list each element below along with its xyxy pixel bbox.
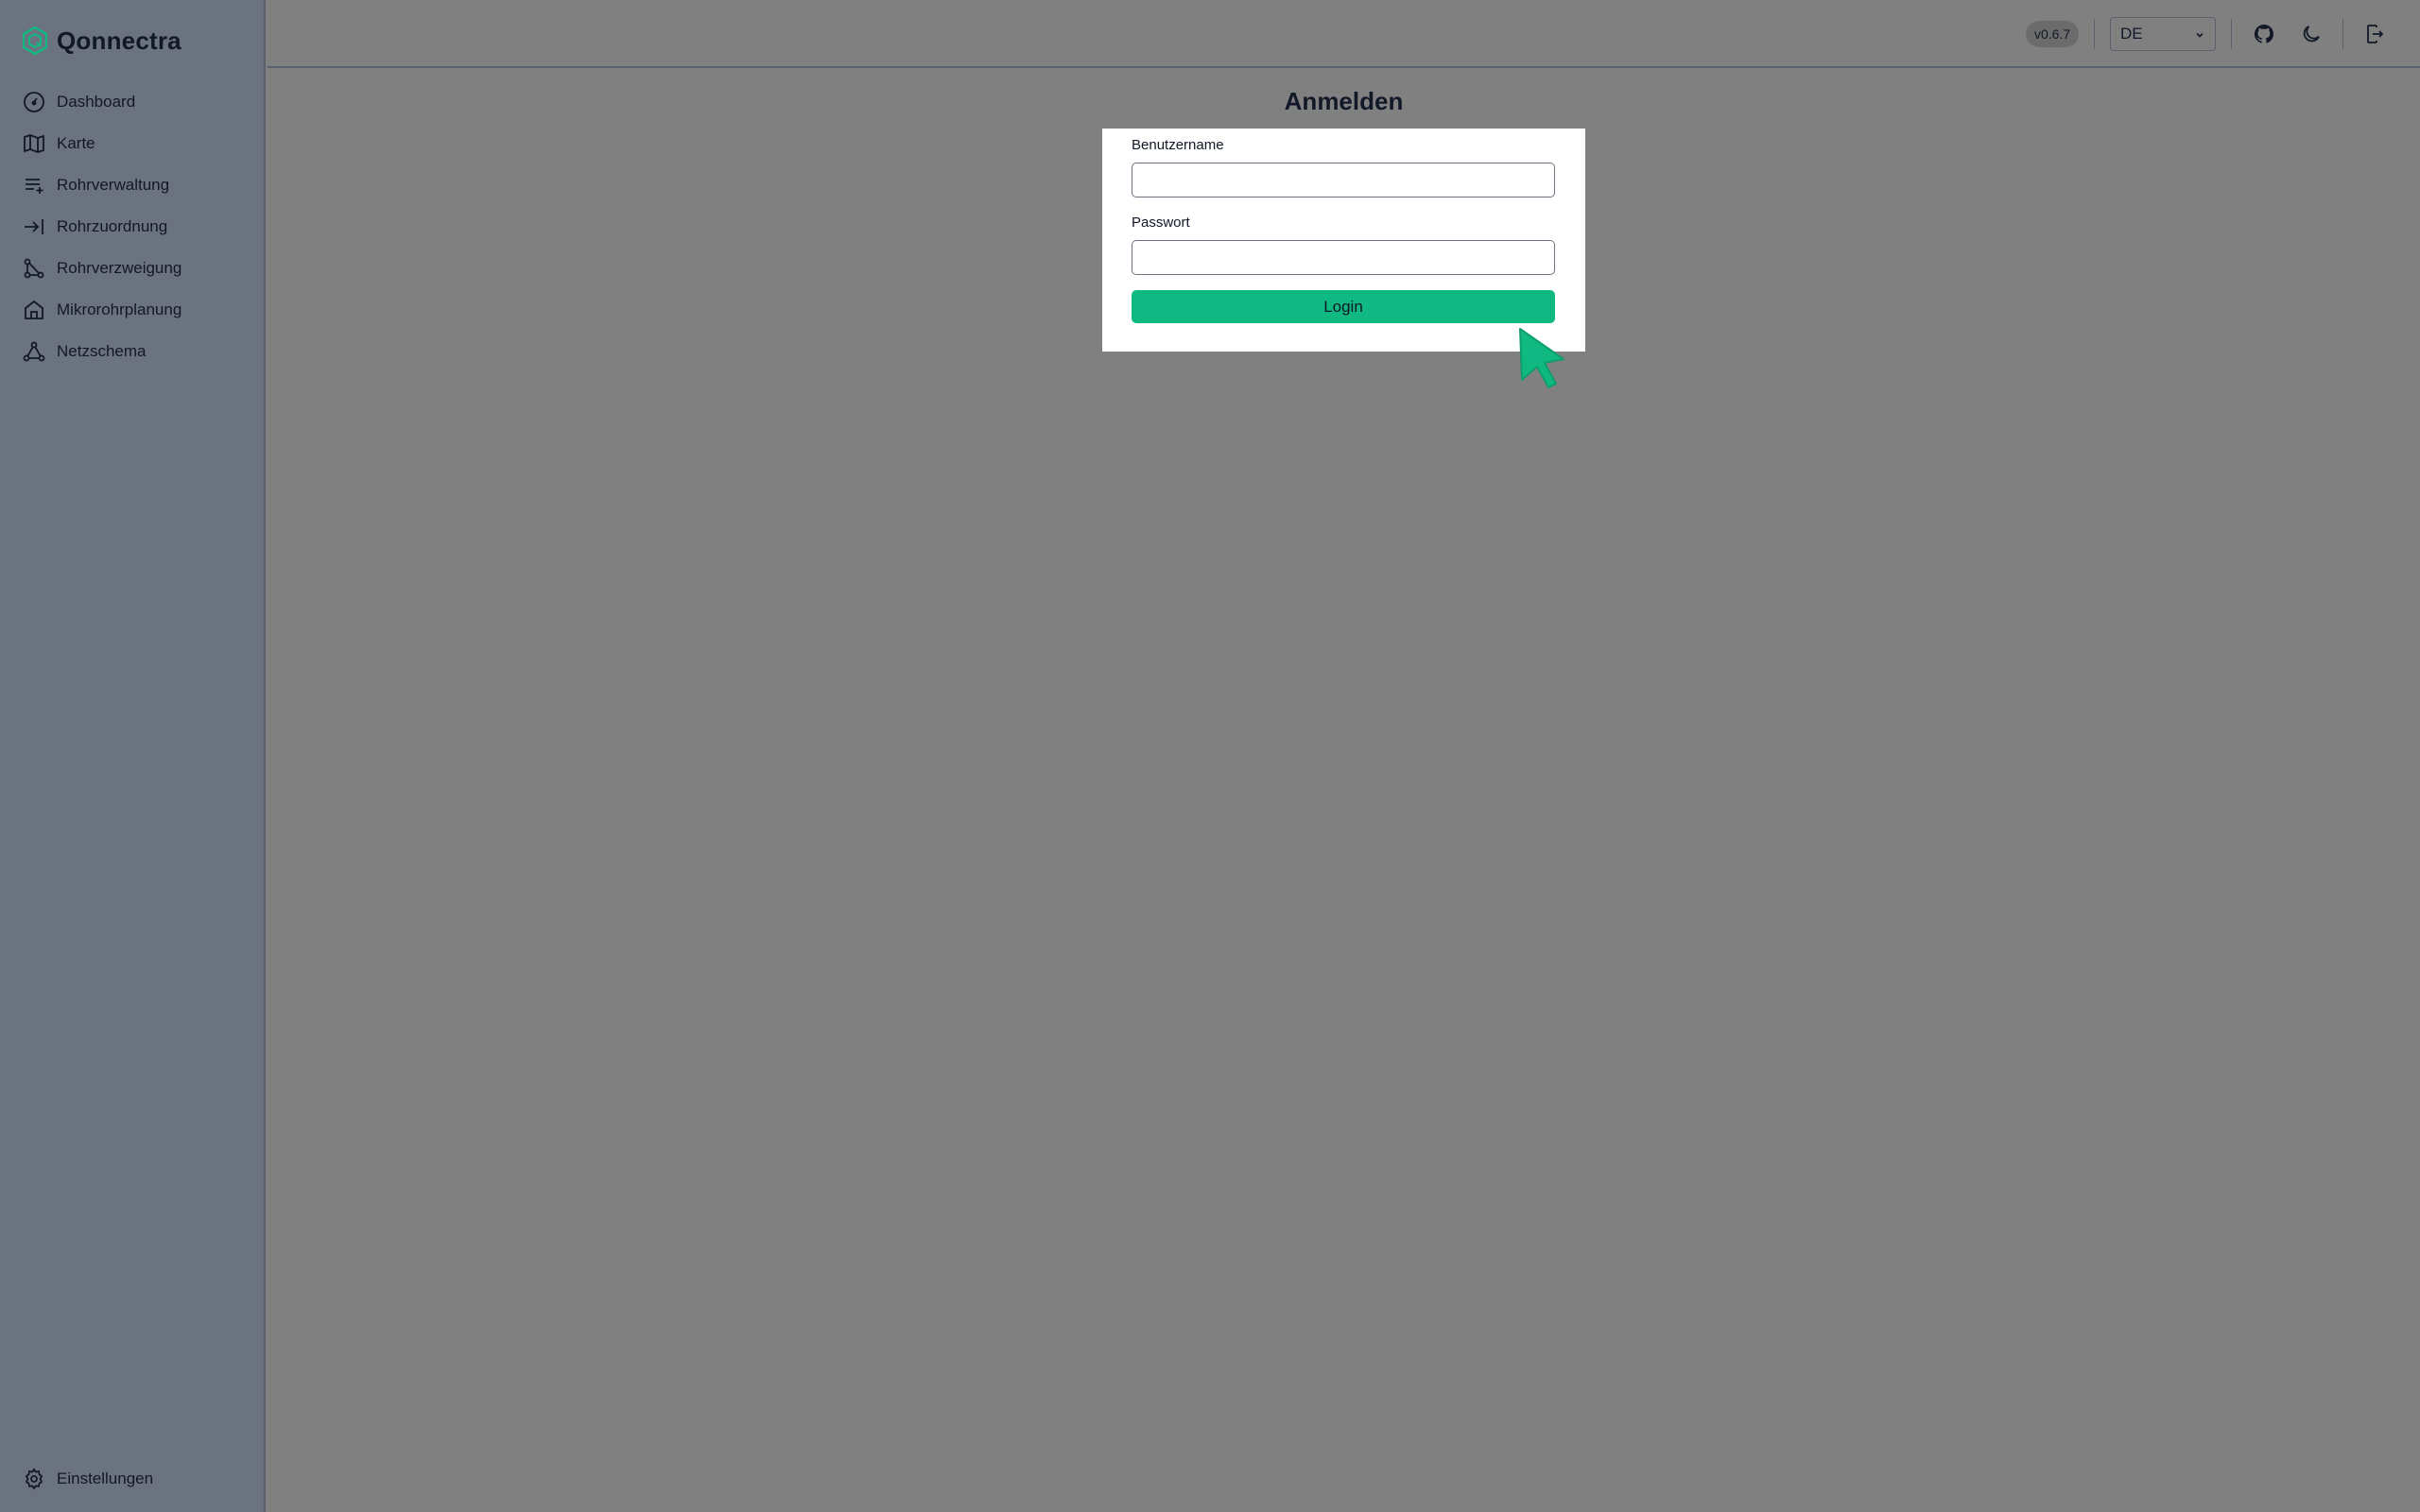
sidebar-item-label: Mikrorohrplanung (57, 301, 182, 318)
sidebar-item-rohrverzweigung[interactable]: Rohrverzweigung (23, 248, 250, 289)
branch-icon (24, 258, 44, 279)
password-input[interactable] (1132, 240, 1555, 275)
mouse-cursor-icon (1519, 328, 1564, 388)
page-title: Anmelden (1284, 87, 1404, 115)
sidebar-item-dashboard[interactable]: Dashboard (23, 81, 250, 123)
sidebar-item-label: Netzschema (57, 342, 147, 360)
header-divider (2342, 19, 2343, 49)
username-input[interactable] (1132, 163, 1555, 198)
sidebar: Qonnectra Dashboard Karte Rohrverwaltung… (0, 0, 266, 1512)
brand-name: Qonnectra (57, 26, 182, 55)
login-form: Benutzername Passwort Login (1102, 129, 1585, 352)
house-icon (25, 300, 43, 319)
top-header (268, 0, 2420, 68)
sidebar-item-rohrzuordnung[interactable]: Rohrzuordnung (23, 206, 250, 248)
sidebar-item-label: Rohrzuordnung (57, 217, 168, 235)
network-triangle-icon (23, 341, 45, 362)
list-plus-icon (26, 179, 43, 194)
language-select[interactable]: DE (2110, 17, 2216, 51)
sidebar-item-karte[interactable]: Karte (23, 123, 250, 164)
sidebar-nav: Dashboard Karte Rohrverwaltung Rohrzuord… (23, 81, 250, 372)
sidebar-item-mikrorohrplanung[interactable]: Mikrorohrplanung (23, 289, 250, 331)
sidebar-item-label: Karte (57, 134, 95, 152)
sidebar-item-einstellungen[interactable]: Einstellungen (23, 1458, 250, 1500)
header-divider (2231, 19, 2232, 49)
language-select-value: DE (2120, 25, 2143, 43)
dashboard-gauge-icon (24, 92, 44, 112)
moon-icon[interactable] (2300, 23, 2323, 45)
brand[interactable]: Qonnectra (23, 25, 182, 57)
sidebar-item-rohrverwaltung[interactable]: Rohrverwaltung (23, 164, 250, 206)
sidebar-item-label: Rohrverwaltung (57, 176, 170, 194)
sidebar-item-label: Rohrverzweigung (57, 259, 182, 277)
gear-icon (25, 1468, 43, 1490)
arrow-to-line-icon (25, 219, 43, 234)
sidebar-item-netzschema[interactable]: Netzschema (23, 331, 250, 372)
logout-icon[interactable] (2363, 23, 2386, 45)
map-icon (24, 134, 44, 153)
version-badge: v0.6.7 (2026, 21, 2080, 47)
sidebar-item-label: Dashboard (57, 93, 136, 111)
login-button[interactable]: Login (1132, 290, 1555, 323)
sidebar-bottom: Einstellungen (23, 1458, 250, 1500)
username-label: Benutzername (1132, 137, 1224, 153)
password-label: Passwort (1132, 215, 1190, 231)
qonnectra-logo-icon (23, 26, 47, 55)
header-divider (2094, 19, 2095, 49)
sidebar-item-label: Einstellungen (57, 1469, 154, 1487)
github-icon[interactable] (2253, 23, 2275, 45)
chevron-down-icon (2196, 32, 2204, 38)
